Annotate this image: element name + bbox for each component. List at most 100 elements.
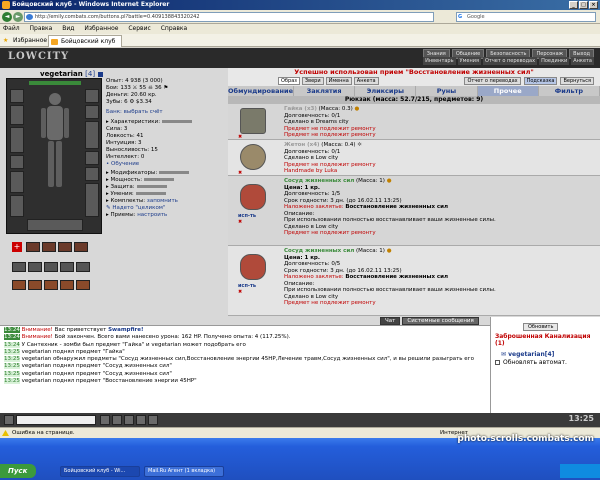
ring1-slot[interactable]	[85, 151, 99, 165]
delete-icon[interactable]: ✖	[238, 289, 242, 295]
item-name[interactable]: Сосуд жизненных сил	[284, 248, 354, 254]
skills-header[interactable]: ▸ Умения:	[106, 191, 226, 198]
menu-edit[interactable]: Правка	[30, 25, 53, 32]
auto-refresh-checkbox[interactable]: Обновлять автомат.	[495, 359, 567, 366]
sets-header[interactable]: ▸ Комплекты: запомнить	[106, 198, 226, 205]
chat-time[interactable]: 13:25	[4, 378, 20, 385]
settings-icon[interactable]	[136, 415, 146, 425]
trick-slot-4[interactable]	[60, 262, 74, 272]
characteristics-header[interactable]: ▸ Характеристики:	[106, 119, 226, 126]
taskbar-mail-agent-button[interactable]: Mail.Ru Агент (1 вкладка)	[144, 466, 224, 477]
boots-slot[interactable]	[10, 195, 24, 217]
gear-icon[interactable]: ✲	[357, 142, 362, 148]
trick-slot-5[interactable]	[76, 262, 90, 272]
defense-slider[interactable]	[136, 185, 167, 188]
spell-slot-4[interactable]	[60, 280, 74, 290]
hint-icon[interactable]: ●	[355, 106, 360, 112]
armor-slot[interactable]	[10, 127, 24, 153]
legs-slot[interactable]	[85, 183, 99, 217]
favorites-button[interactable]: ★ Избранное	[3, 36, 47, 45]
forward-icon[interactable]: ►	[13, 12, 23, 22]
training-link[interactable]: • Обучение	[106, 161, 226, 168]
char-name-text[interactable]: vegetarian	[40, 70, 83, 78]
tab-system-messages[interactable]: Системные сообщения	[402, 317, 479, 325]
weapon-slot[interactable]	[10, 105, 24, 125]
item-name[interactable]: Гайка (x3)	[284, 106, 317, 112]
tricks-header[interactable]: ▸ Приемы: настроить	[106, 212, 226, 219]
remember-link[interactable]: запомнить	[147, 198, 178, 204]
tab-filter[interactable]: Фильтр	[539, 86, 600, 96]
close-button[interactable]: ×	[589, 1, 598, 9]
belt-slot[interactable]	[10, 155, 24, 169]
view-names-button[interactable]: Именна	[325, 77, 352, 85]
chat-time[interactable]: 13:25	[4, 363, 20, 370]
warning-icon[interactable]	[2, 430, 9, 436]
menu-view[interactable]: Вид	[62, 25, 74, 32]
ring2-slot[interactable]	[85, 167, 99, 181]
chat-send-icon[interactable]	[4, 415, 14, 425]
sound-icon[interactable]	[148, 415, 158, 425]
tab-elixirs[interactable]: Эликсиры	[355, 86, 417, 96]
quick-slot-4[interactable]	[74, 242, 88, 252]
quick-slot-1[interactable]	[26, 242, 40, 252]
hint-icon[interactable]: ●	[387, 178, 392, 184]
amulet-slot[interactable]	[85, 105, 99, 119]
configure-link[interactable]: настроить	[137, 212, 167, 218]
belt-pockets[interactable]	[27, 219, 83, 231]
browser-tab[interactable]: Бойцовский клуб	[48, 35, 123, 47]
modifiers-header[interactable]: ▸ Модификаторы:	[106, 170, 226, 177]
tab-spells[interactable]: Заклятия	[294, 86, 356, 96]
address-field[interactable]: http://emily.combats.com/buttons.pl?batt…	[24, 12, 434, 22]
chat-time[interactable]: 13:25	[4, 348, 20, 355]
start-button[interactable]: Пуск	[0, 464, 36, 478]
subnav-transfers[interactable]: Отчет о переводах	[482, 57, 538, 65]
chat-time[interactable]: 13:25	[4, 370, 20, 377]
taskbar-ie-button[interactable]: Бойцовский клуб - Wi...	[60, 466, 140, 477]
search-input[interactable]: G Google	[456, 12, 596, 22]
subnav-skills[interactable]: Умения	[457, 57, 481, 65]
trick-slot-1[interactable]	[12, 262, 26, 272]
chat-time[interactable]: 13:24	[4, 334, 20, 341]
back-icon[interactable]: ◄	[2, 12, 12, 22]
menu-favorites[interactable]: Избранное	[84, 25, 118, 32]
menu-file[interactable]: Файл	[3, 25, 20, 32]
characteristics-slider[interactable]	[162, 120, 193, 123]
tab-chat[interactable]: Чат	[380, 317, 401, 325]
quick-slot-3[interactable]	[58, 242, 72, 252]
spell-slot-3[interactable]	[44, 280, 58, 290]
delete-icon[interactable]: ✖	[238, 219, 242, 225]
spell-slot-2[interactable]	[28, 280, 42, 290]
power-header[interactable]: ▸ Мощность:	[106, 177, 226, 184]
equip-set-link[interactable]: ✎ Надето "целиком"	[106, 205, 226, 212]
chat-input[interactable]	[16, 415, 96, 425]
info-icon[interactable]	[97, 71, 103, 77]
power-slider[interactable]	[144, 178, 175, 181]
view-image-button[interactable]: Образ	[278, 77, 300, 85]
gloves-slot[interactable]	[10, 171, 24, 193]
smile-icon[interactable]	[100, 415, 110, 425]
chat-time[interactable]: 13:24	[4, 327, 20, 333]
trick-slot-3[interactable]	[44, 262, 58, 272]
refresh-button[interactable]: Обновить	[523, 323, 559, 331]
tab-other[interactable]: Прочее	[477, 86, 539, 96]
menu-help[interactable]: Справка	[161, 25, 187, 32]
subnav-inventory[interactable]: Инвентарь	[423, 57, 456, 65]
helmet-slot[interactable]	[10, 89, 24, 103]
hint-icon[interactable]: ●	[387, 248, 392, 254]
spell-slot-1[interactable]	[12, 280, 26, 290]
clear-icon[interactable]	[112, 415, 122, 425]
item-name[interactable]: Жетон (x4)	[284, 142, 320, 148]
heal-plus-icon[interactable]: +	[12, 242, 22, 252]
maximize-button[interactable]: □	[579, 1, 588, 9]
earring-slot[interactable]	[85, 89, 99, 103]
menu-tools[interactable]: Сервис	[128, 25, 150, 32]
player-name[interactable]: vegetarian[4]	[508, 351, 554, 358]
trick-slot-2[interactable]	[28, 262, 42, 272]
skills-slider[interactable]	[135, 192, 166, 195]
tab-runes[interactable]: Руны	[416, 86, 478, 96]
subnav-battles[interactable]: Поединки	[539, 57, 570, 65]
modifiers-slider[interactable]	[159, 171, 190, 174]
filter-icon[interactable]	[124, 415, 134, 425]
hint-button[interactable]: Подсказка	[523, 77, 558, 85]
return-button[interactable]: Вернуться	[560, 77, 594, 85]
